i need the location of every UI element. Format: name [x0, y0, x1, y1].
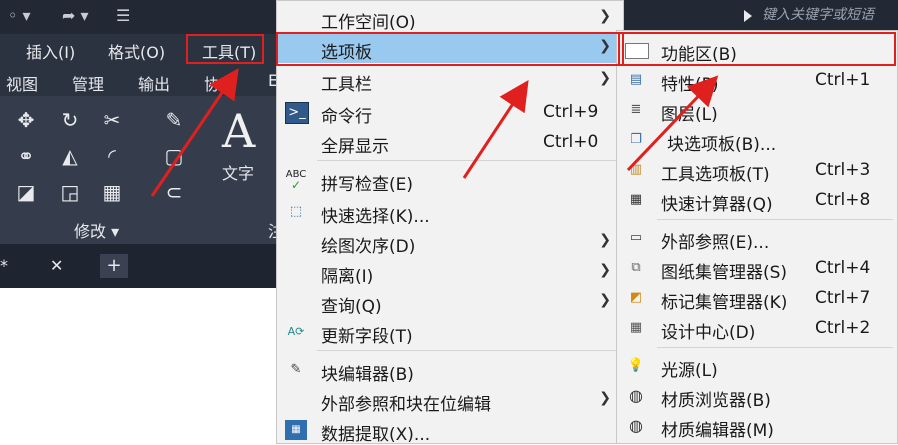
menu-item-lights[interactable]: 💡 光源(L) [617, 351, 897, 381]
menu-item-quickcalc[interactable]: ▦ 快速计算器(Q) Ctrl+8 [617, 185, 897, 215]
calculator-icon: ▦ [629, 192, 643, 207]
annotation-box-palettes [276, 32, 624, 66]
text-button-label[interactable]: 文字 [222, 160, 254, 184]
offset-icon[interactable]: ⊂ [160, 178, 188, 206]
submenu-arrow-icon: ❯ [599, 70, 611, 86]
menu-divider [657, 219, 893, 220]
menu-item-tool-palettes[interactable]: ▥ 工具选项板(T) Ctrl+3 [617, 155, 897, 185]
light-bulb-icon: 💡 [627, 358, 645, 373]
palettes-submenu: 功能区(B) ▤ 特性(P) Ctrl+1 ≣ 图层(L) ❐ 块选项板(B).… [616, 30, 898, 444]
submenu-arrow-icon: ❯ [599, 390, 611, 406]
stretch-icon[interactable]: ◪ [12, 178, 40, 206]
menu-item-properties[interactable]: ▤ 特性(P) Ctrl+1 [617, 65, 897, 95]
properties-icon: ▤ [629, 72, 643, 87]
search-input[interactable]: 键入关键字或短语 [762, 4, 898, 28]
mirror-icon[interactable]: ◭ [56, 142, 84, 170]
command-line-icon: >_ [285, 102, 309, 124]
sheet-set-icon: ⧉ [631, 260, 641, 275]
menu-item-block-palette[interactable]: ❐ 块选项板(B)... [617, 125, 897, 155]
move-icon[interactable]: ✥ [12, 106, 40, 134]
copy-icon[interactable]: ⚭ [12, 142, 40, 170]
menu-item-layers[interactable]: ≣ 图层(L) [617, 95, 897, 125]
redo-icon[interactable]: ➦ ▾ [62, 6, 89, 25]
spell-check-icon: ABC ✓ [285, 169, 307, 192]
menu-item-quick-select[interactable]: ⬚ 快速选择(K)... [277, 197, 623, 227]
close-icon[interactable]: ✕ [50, 256, 63, 275]
trim-icon[interactable]: ✂ [98, 106, 126, 134]
layers-icon: ≣ [630, 102, 642, 117]
menu-item-command-line[interactable]: >_ 命令行 Ctrl+9 [277, 97, 623, 127]
add-tab-icon[interactable]: + [100, 254, 128, 278]
menu-divider [317, 350, 619, 351]
materials-browser-icon: ◍ [629, 386, 643, 405]
menu-item-sheet-set-manager[interactable]: ⧉ 图纸集管理器(S) Ctrl+4 [617, 253, 897, 283]
menu-item-design-center[interactable]: ▦ 设计中心(D) Ctrl+2 [617, 313, 897, 343]
dropdown-icon[interactable]: ◦ ▾ [8, 6, 31, 25]
autocad-window: ◦ ▾ ➦ ▾ ☰ 键入关键字或短语 插入(I) 格式(O) 工具(T) 视图 … [0, 0, 898, 445]
menu-item-draw-order[interactable]: 绘图次序(D) ❯ [277, 227, 623, 257]
menu-item-materials-browser[interactable]: ◍ 材质浏览器(B) [617, 381, 897, 411]
update-fields-icon: A⟳ [287, 325, 305, 338]
menu-item-materials-editor[interactable]: ◍ 材质编辑器(M) [617, 411, 897, 441]
menu-item-fullscreen[interactable]: 全屏显示 Ctrl+0 [277, 127, 623, 157]
menu-item-data-extraction[interactable]: ▦ 数据提取(X)... [277, 415, 623, 445]
menu-item-spell-check[interactable]: ABC ✓ 拼写检查(E) [277, 165, 623, 196]
modify-panel-label[interactable]: 修改 ▾ [74, 218, 119, 242]
menu-item-workspace[interactable]: 工作空间(O) ❯ [277, 3, 623, 33]
tab-manage[interactable]: 管理 [72, 71, 104, 95]
menu-divider [657, 347, 893, 348]
menu-item-xref[interactable]: ▭ 外部参照(E)... [617, 223, 897, 253]
annotation-box-ribbon [618, 32, 896, 66]
submenu-arrow-icon: ❯ [599, 232, 611, 248]
menu-item-inquiry[interactable]: 查询(Q) ❯ [277, 287, 623, 317]
doc-tab-star: * [0, 256, 8, 275]
document-tab-strip [0, 244, 280, 288]
menu-item-isolate[interactable]: 隔离(I) ❯ [277, 257, 623, 287]
erase-icon[interactable]: ✎ [160, 106, 188, 134]
annotation-box-tools [186, 34, 264, 64]
menu-format[interactable]: 格式(O) [108, 39, 165, 63]
menu-item-markup-set-manager[interactable]: ◩ 标记集管理器(K) Ctrl+7 [617, 283, 897, 313]
customize-icon[interactable]: ☰ [116, 6, 130, 25]
materials-editor-icon: ◍ [629, 416, 643, 435]
menu-item-block-editor[interactable]: ✎ 块编辑器(B) [277, 355, 623, 385]
scale-icon[interactable]: ◲ [56, 178, 84, 206]
block-editor-icon: ✎ [290, 362, 302, 377]
menu-item-xref-inplace-edit[interactable]: 外部参照和块在位编辑 ❯ [277, 385, 623, 415]
tab-collaborate[interactable]: 协作 [204, 71, 236, 95]
menu-item-toolbars[interactable]: 工具栏 ❯ [277, 65, 623, 95]
tool-palettes-icon: ▥ [629, 162, 643, 177]
data-extraction-icon: ▦ [285, 420, 307, 440]
block-palette-icon: ❐ [630, 132, 642, 147]
expand-arrow-icon[interactable] [744, 10, 752, 22]
menu-insert[interactable]: 插入(I) [26, 39, 75, 63]
tab-view[interactable]: 视图 [6, 71, 38, 95]
menu-divider [317, 160, 619, 161]
tools-menu: 工作空间(O) ❯ 选项板 ❯ 工具栏 ❯ >_ 命令行 Ctrl+9 全屏显示… [276, 0, 624, 445]
explode-icon[interactable]: ▢ [160, 142, 188, 170]
submenu-arrow-icon: ❯ [599, 292, 611, 308]
ribbon-tabs: 视图 管理 输出 协作 E [0, 66, 280, 96]
quick-select-icon: ⬚ [289, 204, 303, 219]
menu-item-update-fields[interactable]: A⟳ 更新字段(T) [277, 317, 623, 347]
submenu-arrow-icon: ❯ [599, 262, 611, 278]
fillet-icon[interactable]: ◜ [98, 142, 126, 170]
tab-output[interactable]: 输出 [138, 71, 170, 95]
array-icon[interactable]: ▦ [98, 178, 126, 206]
xref-icon: ▭ [629, 230, 643, 245]
markup-set-icon: ◩ [629, 290, 643, 305]
text-icon[interactable]: A [222, 104, 255, 158]
rotate-icon[interactable]: ↻ [56, 106, 84, 134]
submenu-arrow-icon: ❯ [599, 8, 611, 24]
design-center-icon: ▦ [629, 320, 643, 335]
